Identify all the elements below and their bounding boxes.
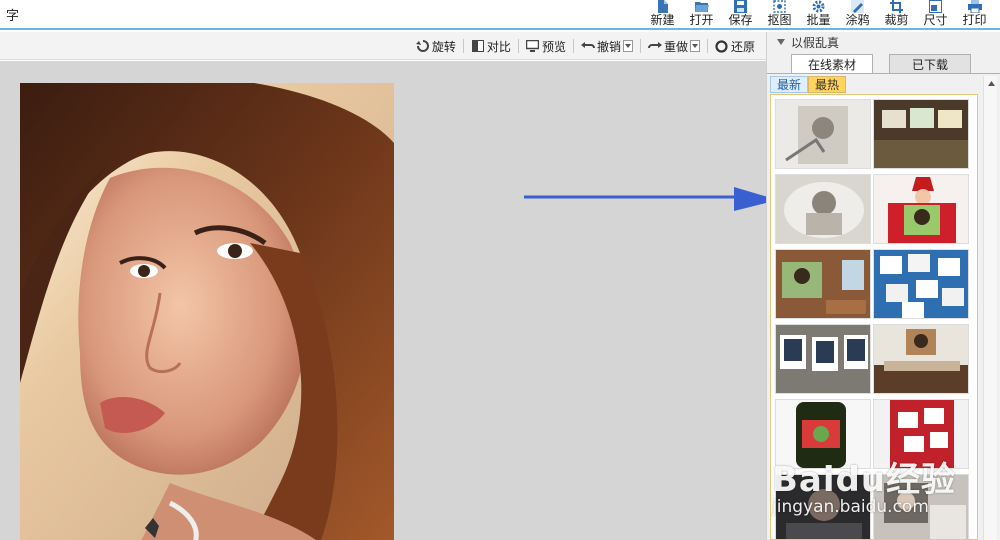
preview-button[interactable]: 预览 [521,37,571,55]
thumbnail-item[interactable] [873,249,969,319]
rotate-button[interactable]: 旋转 [411,37,461,55]
redo-dropdown-icon[interactable] [689,40,700,52]
doodle-button[interactable]: 涂鸦 [838,0,877,28]
thumbnail-item[interactable] [873,99,969,169]
doodle-label: 涂鸦 [845,13,870,27]
top-tools: 新建 打开 保存 抠图 批量 涂鸦 裁剪 尺寸 打印 [643,0,994,28]
tab-online-materials[interactable]: 在线素材 [791,54,873,73]
crop-button[interactable]: 裁剪 [877,0,916,28]
undo-icon [580,39,595,53]
compare-label: 对比 [486,39,511,54]
collapse-triangle-icon[interactable] [777,39,785,45]
batch-label: 批量 [806,13,831,27]
doodle-icon [851,0,865,13]
cutout-label: 抠图 [767,13,792,27]
thumbnail-item[interactable] [775,399,871,469]
new-label: 新建 [650,13,675,27]
restore-label: 还原 [730,39,755,54]
tab-newest[interactable]: 最新 [770,76,809,93]
crop-icon [890,0,904,13]
redo-button[interactable]: 重做 [643,37,705,55]
divider [572,39,574,53]
preview-label: 预览 [541,39,566,54]
batch-gear-icon [812,0,826,13]
tab-divider [767,73,1000,74]
cutout-button[interactable]: 抠图 [760,0,799,28]
restore-circle-icon [715,39,729,53]
undo-button[interactable]: 撤销 [576,37,638,55]
open-label: 打开 [689,13,714,27]
divider [462,39,464,53]
thumbnail-item[interactable] [775,324,871,394]
resize-button[interactable]: 尺寸 [916,0,955,28]
print-label: 打印 [962,13,987,27]
thumbnail-item[interactable] [775,174,871,244]
top-toolbar: 字 新建 打开 保存 抠图 批量 涂鸦 裁剪 尺寸 打印 [0,0,1000,30]
print-icon [967,0,982,13]
scroll-up-icon[interactable] [984,76,998,90]
undo-dropdown-icon[interactable] [622,40,633,52]
compare-button[interactable]: 对比 [466,37,516,55]
restore-button[interactable]: 还原 [710,37,760,55]
resize-label: 尺寸 [923,13,948,27]
edit-tools: 旋转 对比 预览 撤销 重做 还原 [411,37,760,55]
tab-downloaded[interactable]: 已下载 [889,54,971,73]
thumbnail-item[interactable] [775,99,871,169]
tab-hottest[interactable]: 最热 [808,76,847,93]
sort-tabs: 最新 最热 [770,76,847,93]
open-button[interactable]: 打开 [682,0,721,28]
divider [517,39,519,53]
redo-label: 重做 [663,39,688,54]
divider [706,39,708,53]
monitor-icon [526,39,540,53]
panel-title: 以假乱真 [791,35,840,50]
compare-icon [471,39,485,53]
new-button[interactable]: 新建 [643,0,682,28]
save-icon [734,0,748,13]
panel-tabs: 在线素材 已下载 [791,54,987,73]
crop-label: 裁剪 [884,13,909,27]
panel-header[interactable]: 以假乱真 [767,32,1000,52]
resize-icon [929,0,943,13]
save-label: 保存 [728,13,753,27]
cutout-icon [773,0,787,13]
thumbnail-item[interactable] [873,324,969,394]
rotate-icon [415,39,430,53]
thumbnail-item[interactable] [775,249,871,319]
redo-icon [647,39,662,53]
undo-label: 撤销 [596,39,621,54]
save-button[interactable]: 保存 [721,0,760,28]
print-button[interactable]: 打印 [955,0,994,28]
batch-button[interactable]: 批量 [799,0,838,28]
divider [639,39,641,53]
canvas-area[interactable] [0,61,778,540]
thumbnail-item[interactable] [775,474,871,539]
thumbnail-grid [770,94,978,540]
panel-scrollbar[interactable] [983,76,997,540]
material-panel: 以假乱真 在线素材 已下载 最新 最热 [766,32,1000,540]
edit-toolbar: 旋转 对比 预览 撤销 重做 还原 [0,32,766,60]
new-file-icon [656,0,670,13]
thumbnail-item[interactable] [873,174,969,244]
pointer-arrow-icon [524,187,778,211]
rotate-label: 旋转 [431,39,456,54]
edited-photo[interactable] [20,83,394,540]
thumbnail-item[interactable] [873,399,969,469]
thumbnail-item[interactable] [873,474,969,539]
open-folder-icon [694,0,709,13]
app-title: 字 [6,9,20,24]
